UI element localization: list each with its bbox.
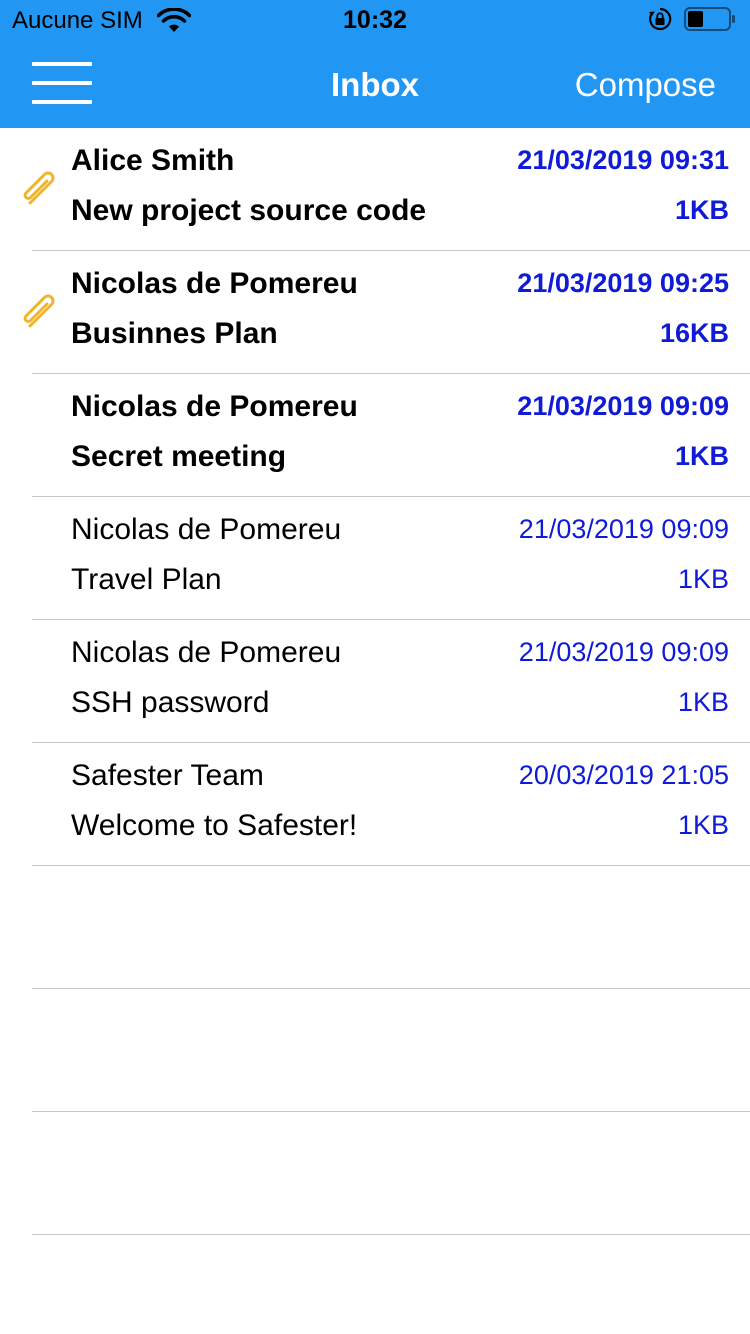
message-sender: Nicolas de Pomereu bbox=[71, 513, 342, 546]
message-sender: Nicolas de Pomereu bbox=[71, 267, 358, 300]
message-row[interactable]: Nicolas de Pomereu Travel Plan 21/03/2019 … bbox=[0, 497, 750, 620]
message-date: 21/03/2019 09:09 bbox=[518, 637, 729, 667]
clock: 10:32 bbox=[343, 6, 407, 34]
paperclip-icon bbox=[23, 171, 55, 205]
message-row[interactable]: Nicolas de Pomereu SSH password 21/03/2019… bbox=[0, 620, 750, 743]
message-subject: Secret meeting bbox=[71, 440, 287, 473]
message-row[interactable]: Alice Smith New project source code 21/03/… bbox=[0, 128, 750, 251]
message-date: 21/03/2019 09:31 bbox=[517, 145, 729, 175]
message-sender: Safester Team bbox=[71, 759, 264, 792]
message-subject: New project source code bbox=[71, 194, 427, 227]
message-size: 1KB bbox=[677, 564, 729, 594]
empty-row bbox=[0, 989, 750, 1112]
message-list: Alice Smith New project source code 21/03/… bbox=[0, 128, 750, 1235]
message-subject: SSH password bbox=[71, 686, 270, 719]
message-sender: Alice Smith bbox=[71, 144, 235, 177]
message-date: 21/03/2019 09:25 bbox=[517, 268, 729, 298]
message-sender: Nicolas de Pomereu bbox=[71, 636, 342, 669]
message-subject: Travel Plan bbox=[71, 563, 222, 596]
message-size: 1KB bbox=[674, 195, 729, 225]
status-bar: Aucune SIM 10:32 bbox=[0, 0, 750, 40]
message-row[interactable]: Safester Team Welcome to Safester! 20/03/2… bbox=[0, 743, 750, 866]
message-row[interactable]: Nicolas de Pomereu Secret meeting 21/03/20… bbox=[0, 374, 750, 497]
message-size: 1KB bbox=[677, 687, 729, 717]
message-date: 20/03/2019 21:05 bbox=[518, 760, 729, 790]
app-header: Aucune SIM 10:32 Inbox Compose bbox=[0, 0, 750, 128]
message-date: 21/03/2019 09:09 bbox=[518, 514, 729, 544]
message-date: 21/03/2019 09:09 bbox=[517, 391, 729, 421]
message-subject: Businnes Plan bbox=[71, 317, 278, 350]
paperclip-icon bbox=[23, 294, 55, 328]
message-size: 16KB bbox=[659, 318, 729, 348]
orientation-lock-icon bbox=[649, 7, 672, 31]
compose-button[interactable]: Compose bbox=[575, 66, 716, 104]
row-separator bbox=[32, 1233, 750, 1235]
status-right-group bbox=[648, 6, 736, 32]
message-size: 1KB bbox=[677, 810, 729, 840]
battery-icon bbox=[684, 7, 735, 31]
empty-row bbox=[0, 1112, 750, 1235]
message-size: 1KB bbox=[674, 441, 729, 471]
message-sender: Nicolas de Pomereu bbox=[71, 390, 358, 423]
message-subject: Welcome to Safester! bbox=[71, 809, 358, 842]
message-row[interactable]: Nicolas de Pomereu Businnes Plan 21/03/201… bbox=[0, 251, 750, 374]
empty-row bbox=[0, 866, 750, 989]
